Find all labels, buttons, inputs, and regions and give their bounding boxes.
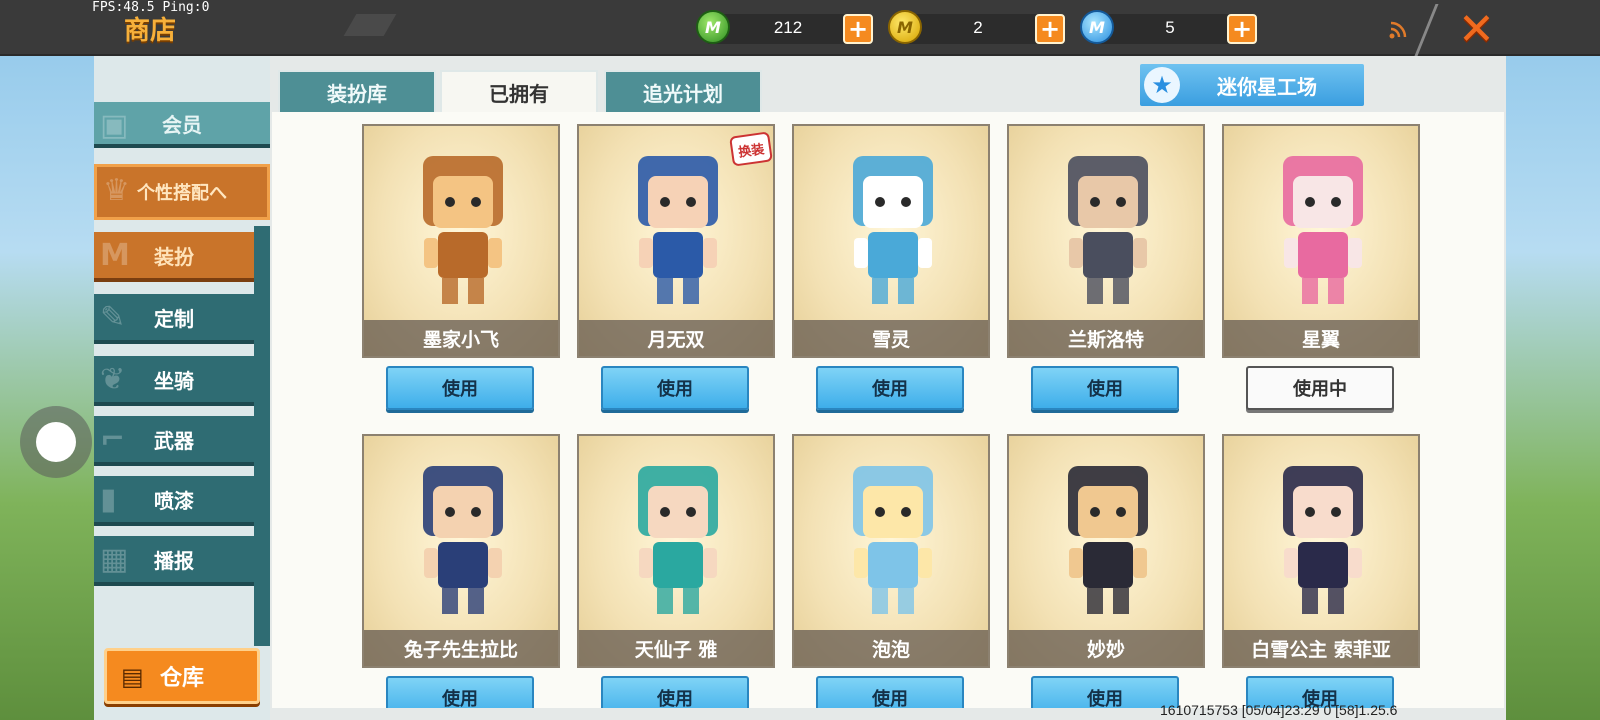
sidebar-item-mount[interactable]: ❦ 坐骑 bbox=[94, 356, 254, 406]
skin-name: 白雪公主 索菲亚 bbox=[1224, 630, 1418, 666]
swap-outfit-badge: 换装 bbox=[729, 131, 773, 167]
currency-blue-value: 5 bbox=[1165, 18, 1175, 37]
divider bbox=[1414, 4, 1439, 56]
tab-label: 已拥有 bbox=[489, 81, 549, 106]
footprint-icon: ❦ bbox=[100, 362, 126, 397]
spray-can-icon: ▮ bbox=[100, 482, 117, 517]
character-avatar bbox=[423, 466, 503, 614]
sidebar-item-label: 坐骑 bbox=[154, 368, 194, 393]
skin-card[interactable]: 泡泡 bbox=[792, 434, 990, 668]
skin-name: 雪灵 bbox=[794, 320, 988, 356]
owned-grid: 墨家小飞 使用 月无双 换装 使用 雪灵 使用 兰斯洛特 使用 星翼 使用中 兔子先生拉比 使用 天仙子 … bbox=[272, 112, 1504, 708]
skin-card[interactable]: 妙妙 bbox=[1007, 434, 1205, 668]
sidebar-item-label: 装扮 bbox=[154, 244, 194, 269]
warehouse-button[interactable]: ▤ 仓库 bbox=[104, 648, 260, 704]
member-icon: ▣ bbox=[100, 108, 129, 143]
skin-card[interactable]: 月无双 换装 bbox=[577, 124, 775, 358]
skin-name: 墨家小飞 bbox=[364, 320, 558, 356]
tab-label: 追光计划 bbox=[643, 81, 723, 106]
mini-workshop-label: 迷你星工场 bbox=[1217, 74, 1317, 99]
character-avatar bbox=[1283, 156, 1363, 304]
character-avatar bbox=[638, 466, 718, 614]
skin-card[interactable]: 天仙子 雅 bbox=[577, 434, 775, 668]
sidebar-item-label: 会员 bbox=[162, 112, 202, 137]
character-avatar bbox=[1068, 466, 1148, 614]
sidebar-group-outfit[interactable]: ♛ 个性搭配へ bbox=[94, 164, 270, 220]
sidebar-item-broadcast[interactable]: ▦ 播报 bbox=[94, 536, 254, 586]
top-bar: FPS:48.5 Ping:0 商店 M 212 + M 2 + M 5 + ✕ bbox=[0, 0, 1600, 56]
decor-stripe bbox=[343, 14, 397, 36]
skin-name: 泡泡 bbox=[794, 630, 988, 666]
tab-owned[interactable]: 已拥有 bbox=[440, 70, 598, 112]
use-button[interactable]: 使用 bbox=[601, 676, 749, 708]
sidebar-item-member[interactable]: ▣ 会员 bbox=[94, 102, 270, 148]
character-avatar bbox=[1283, 466, 1363, 614]
green-mini-coin-icon: M bbox=[696, 10, 730, 44]
page-title: 商店 bbox=[124, 16, 177, 46]
skin-card[interactable]: 兔子先生拉比 bbox=[362, 434, 560, 668]
use-button[interactable]: 使用 bbox=[1031, 676, 1179, 708]
close-icon[interactable]: ✕ bbox=[1458, 4, 1495, 55]
sidebar-item-label: 武器 bbox=[154, 428, 194, 453]
blue-mini-coin-icon: M bbox=[1080, 10, 1114, 44]
use-button[interactable]: 使用 bbox=[816, 676, 964, 708]
sidebar-rail bbox=[254, 226, 270, 646]
sidebar: ▣ 会员 ♛ 个性搭配へ M 装扮 ✎ 定制 ❦ 坐骑 ⌐ 武器 ▮ 喷漆 ▦ … bbox=[94, 56, 270, 720]
sidebar-item-outfit[interactable]: M 装扮 bbox=[94, 232, 254, 282]
skin-name: 妙妙 bbox=[1009, 630, 1203, 666]
currency-green-value: 212 bbox=[773, 18, 803, 37]
gun-icon: ⌐ bbox=[100, 422, 126, 457]
sidebar-item-custom[interactable]: ✎ 定制 bbox=[94, 294, 254, 344]
use-button[interactable]: 使用 bbox=[386, 676, 534, 708]
skin-name: 兔子先生拉比 bbox=[364, 630, 558, 666]
use-button[interactable]: 使用 bbox=[601, 366, 749, 410]
trophy-icon: ♛ bbox=[103, 173, 130, 208]
character-avatar bbox=[853, 156, 933, 304]
tab-label: 装扮库 bbox=[327, 81, 387, 106]
sidebar-item-label: 喷漆 bbox=[154, 488, 194, 513]
character-avatar bbox=[853, 466, 933, 614]
tab-light-chaser[interactable]: 追光计划 bbox=[604, 70, 762, 112]
currency-gold-value: 2 bbox=[973, 18, 983, 37]
use-button[interactable]: 使用 bbox=[1031, 366, 1179, 410]
skin-card[interactable]: 星翼 bbox=[1222, 124, 1420, 358]
chest-icon: ▤ bbox=[121, 663, 144, 691]
skin-name: 月无双 bbox=[579, 320, 773, 356]
skin-card[interactable]: 白雪公主 索菲亚 bbox=[1222, 434, 1420, 668]
sidebar-item-label: 播报 bbox=[154, 548, 194, 573]
warehouse-label: 仓库 bbox=[159, 666, 204, 691]
pencil-icon: ✎ bbox=[100, 300, 126, 335]
shirt-icon: M bbox=[100, 238, 130, 273]
add-gold-coin-button[interactable]: + bbox=[1035, 14, 1065, 44]
sidebar-item-weapon[interactable]: ⌐ 武器 bbox=[94, 416, 254, 466]
gold-mini-coin-icon: M bbox=[888, 10, 922, 44]
use-button[interactable]: 使用 bbox=[386, 366, 534, 410]
in-use-button[interactable]: 使用中 bbox=[1246, 366, 1394, 410]
joystick[interactable] bbox=[20, 406, 92, 478]
skin-card[interactable]: 墨家小飞 bbox=[362, 124, 560, 358]
character-avatar bbox=[1068, 156, 1148, 304]
signal-icon bbox=[1388, 20, 1408, 40]
add-blue-coin-button[interactable]: + bbox=[1227, 14, 1257, 44]
skin-name: 兰斯洛特 bbox=[1009, 320, 1203, 356]
skin-card[interactable]: 兰斯洛特 bbox=[1007, 124, 1205, 358]
build-info: 1610715753 [05/04]23:29 0 [58]1.25.6 bbox=[1160, 702, 1398, 718]
skin-name: 天仙子 雅 bbox=[579, 630, 773, 666]
sidebar-item-spray[interactable]: ▮ 喷漆 bbox=[94, 476, 254, 526]
use-button[interactable]: 使用 bbox=[816, 366, 964, 410]
character-avatar bbox=[423, 156, 503, 304]
skin-name: 星翼 bbox=[1224, 320, 1418, 356]
joystick-knob[interactable] bbox=[36, 422, 76, 462]
skin-card[interactable]: 雪灵 bbox=[792, 124, 990, 358]
star-icon: ★ bbox=[1144, 67, 1180, 103]
tab-wardrobe[interactable]: 装扮库 bbox=[278, 70, 436, 112]
character-avatar bbox=[638, 156, 718, 304]
sidebar-item-label: 定制 bbox=[154, 306, 194, 331]
add-green-coin-button[interactable]: + bbox=[843, 14, 873, 44]
sidebar-group-label: 个性搭配へ bbox=[137, 183, 227, 204]
mini-workshop-button[interactable]: ★ 迷你星工场 bbox=[1140, 64, 1364, 106]
gift-box-icon: ▦ bbox=[100, 542, 129, 577]
